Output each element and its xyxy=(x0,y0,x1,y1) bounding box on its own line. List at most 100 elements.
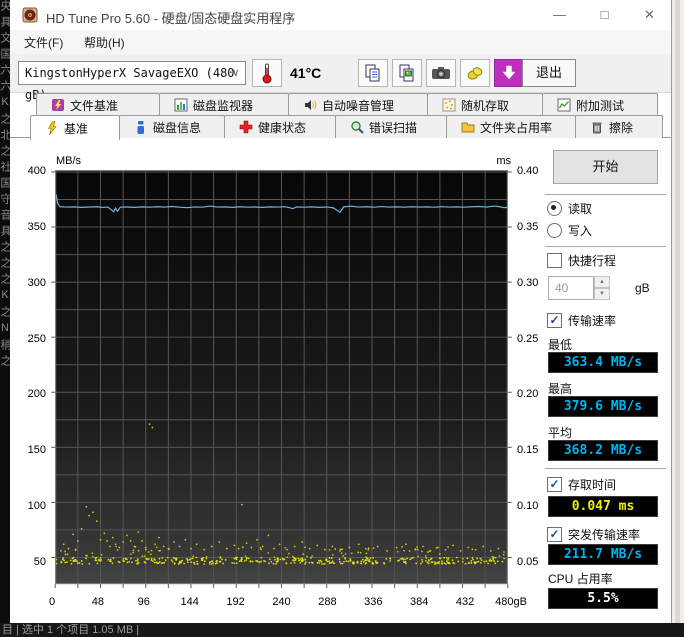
y-right-tick: 0.05 xyxy=(517,556,539,568)
read-radio-label: 读取 xyxy=(568,202,593,216)
read-radio[interactable] xyxy=(547,201,562,216)
menu-help[interactable]: 帮助(H) xyxy=(84,34,125,51)
tab-health[interactable]: 健康状态 xyxy=(224,115,336,138)
short-stroke-row[interactable]: 快捷行程 xyxy=(547,252,616,269)
burst-rate-checkbox[interactable]: ✓ xyxy=(547,527,562,542)
erase-icon xyxy=(592,122,602,134)
y-left-tick: 250 xyxy=(27,332,46,345)
donate-button[interactable] xyxy=(460,59,490,87)
tab-disk-monitor[interactable]: 磁盘监视器 xyxy=(159,93,289,116)
short-stroke-stepper[interactable]: ▲ ▼ xyxy=(594,276,610,300)
transfer-rate-row[interactable]: ✓ 传输速率 xyxy=(547,312,616,329)
access-time-display: 0.047 ms xyxy=(548,496,658,517)
tab-label: 基准 xyxy=(64,121,89,136)
toolbar: KingstonHyperX SavageEXO (480 gB) ∨ 41°C xyxy=(10,54,671,102)
short-stroke-unit: gB xyxy=(635,281,650,295)
tab-label: 磁盘信息 xyxy=(153,120,202,135)
download-button[interactable] xyxy=(494,59,524,87)
copy-text-icon xyxy=(365,64,380,82)
max-value-display: 379.6 MB/s xyxy=(548,396,658,417)
tab-label: 磁盘监视器 xyxy=(193,98,254,113)
max-label: 最高 xyxy=(548,382,573,396)
cpu-usage-display: 5.5% xyxy=(548,588,658,609)
app-icon xyxy=(22,7,38,23)
x-tick: 240 xyxy=(272,596,291,608)
stepper-down-icon[interactable]: ▼ xyxy=(594,288,610,300)
tab-benchmark[interactable]: 基准 xyxy=(30,115,120,140)
camera-icon xyxy=(432,67,450,79)
tab-disk-info[interactable]: 磁盘信息 xyxy=(119,115,225,138)
tab-erase[interactable]: 擦除 xyxy=(575,115,663,138)
minimize-button[interactable]: — xyxy=(537,0,582,30)
folder-usage-icon xyxy=(461,122,475,133)
x-tick: 480gB xyxy=(495,596,527,608)
x-tick: 432 xyxy=(455,596,475,608)
y-left-unit: MB/s xyxy=(56,155,82,167)
min-value-display: 363.4 MB/s xyxy=(548,352,658,373)
temperature-button[interactable] xyxy=(252,59,282,87)
short-stroke-checkbox[interactable] xyxy=(547,253,562,268)
start-button[interactable]: 开始 xyxy=(553,150,658,184)
burst-rate-label: 突发传输速率 xyxy=(568,528,641,542)
separator xyxy=(545,468,666,469)
access-time-checkbox[interactable]: ✓ xyxy=(547,477,562,492)
exit-button[interactable]: 退出 xyxy=(522,59,576,87)
transfer-rate-label: 传输速率 xyxy=(568,314,617,328)
short-stroke-label: 快捷行程 xyxy=(568,254,617,268)
copy-image-icon xyxy=(399,64,414,82)
separator xyxy=(545,246,666,247)
thermometer-icon xyxy=(262,63,272,84)
access-time-row[interactable]: ✓ 存取时间 xyxy=(547,476,616,493)
separator xyxy=(545,194,666,195)
copy-image-button[interactable] xyxy=(392,59,422,87)
min-label: 最低 xyxy=(548,338,573,352)
tab-random-access[interactable]: 随机存取 xyxy=(427,93,543,116)
tab-label: 附加测试 xyxy=(576,98,625,113)
stepper-up-icon[interactable]: ▲ xyxy=(594,276,610,288)
y-left-tick: 350 xyxy=(27,220,46,233)
avg-value-display: 368.2 MB/s xyxy=(548,440,658,461)
short-stroke-size-input[interactable]: 40 xyxy=(548,276,594,300)
scrollbar-thumb xyxy=(675,0,680,637)
transfer-rate-checkbox[interactable]: ✓ xyxy=(547,313,562,328)
temperature-value: 41°C xyxy=(290,65,322,81)
tab-aam[interactable]: 自动噪音管理 xyxy=(288,93,428,116)
burst-rate-display: 211.7 MB/s xyxy=(548,544,658,565)
y-left-tick: 50 xyxy=(33,556,46,568)
tab-label: 错误扫描 xyxy=(369,120,418,135)
drive-select-dropdown[interactable]: KingstonHyperX SavageEXO (480 gB) ∨ xyxy=(18,61,246,102)
tab-file-benchmark[interactable]: 文件基准 xyxy=(36,93,160,116)
x-tick: 48 xyxy=(91,596,105,608)
disk-info-icon xyxy=(137,121,144,134)
y-left-tick: 100 xyxy=(27,500,46,513)
menu-file[interactable]: 文件(F) xyxy=(24,34,63,51)
tab-folder-usage[interactable]: 文件夹占用率 xyxy=(446,115,576,138)
error-scan-icon xyxy=(351,121,364,134)
tab-label: 随机存取 xyxy=(461,98,510,113)
aam-icon xyxy=(305,100,317,110)
y-right-tick: 0.15 xyxy=(517,444,539,457)
copy-text-button[interactable] xyxy=(358,59,388,87)
avg-label: 平均 xyxy=(548,426,573,440)
close-button[interactable]: ✕ xyxy=(627,0,672,30)
maximize-button[interactable]: □ xyxy=(582,0,627,30)
background-scrollbar-strip xyxy=(671,0,684,637)
x-tick: 96 xyxy=(137,596,150,608)
screenshot-button[interactable] xyxy=(426,59,456,87)
y-left-tick: 150 xyxy=(27,444,46,457)
random-access-icon xyxy=(442,98,456,112)
y-left-tick: 200 xyxy=(27,388,46,401)
x-tick: 336 xyxy=(364,596,383,608)
burst-rate-row[interactable]: ✓ 突发传输速率 xyxy=(547,526,640,543)
tab-error-scan[interactable]: 错误扫描 xyxy=(335,115,447,138)
tab-extra-tests[interactable]: 附加测试 xyxy=(542,93,658,116)
menu-bar: 文件(F) 帮助(H) xyxy=(10,30,671,55)
x-tick: 192 xyxy=(226,596,245,608)
read-radio-row[interactable]: 读取 xyxy=(547,200,592,217)
down-arrow-icon xyxy=(502,65,516,80)
y-right-tick: 0.35 xyxy=(517,220,539,233)
write-radio-row[interactable]: 写入 xyxy=(547,222,592,239)
window-title: HD Tune Pro 5.60 - 硬盘/固态硬盘实用程序 xyxy=(46,11,296,26)
y-left-tick: 400 xyxy=(27,165,46,177)
y-right-tick: 0.10 xyxy=(517,500,539,513)
